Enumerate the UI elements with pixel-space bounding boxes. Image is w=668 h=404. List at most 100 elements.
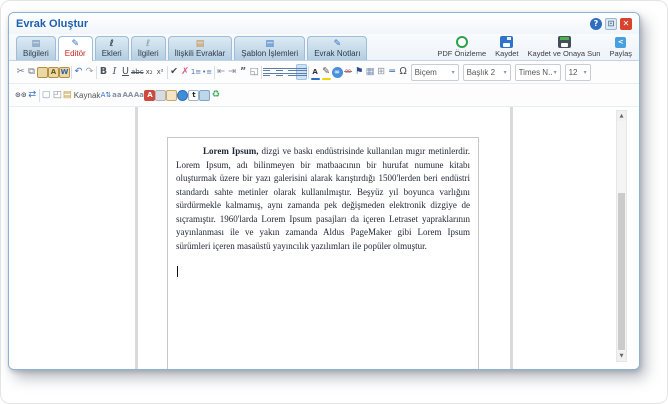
scroll-down-button[interactable]: ▼ — [617, 351, 626, 361]
replace-icon: ⇄ — [28, 90, 36, 100]
image-icon: ▦ — [366, 67, 375, 77]
letterhead-button[interactable]: t — [188, 87, 199, 103]
tab-ilgileri[interactable]: ℓİlgileri — [131, 36, 166, 60]
page-break-button[interactable]: ═ — [387, 64, 398, 80]
paste-word-button[interactable]: W — [59, 64, 70, 80]
refresh-icon: ♻ — [212, 90, 221, 100]
text-color-icon: A — [312, 69, 317, 76]
font-select[interactable]: Times N...▾ — [515, 64, 561, 81]
text-color-button[interactable]: A — [310, 64, 321, 80]
tab-ekleri[interactable]: ℓEkleri — [95, 36, 129, 60]
div-container-button[interactable]: ◱ — [249, 64, 260, 80]
anchor-button[interactable]: ⚑ — [354, 64, 365, 80]
tab-sablon-islemleri[interactable]: ▤Şablon İşlemleri — [234, 36, 305, 60]
lowercase-button[interactable]: aa — [111, 87, 122, 103]
copy-button[interactable]: ⧉ — [26, 64, 37, 80]
remove-format-button[interactable]: ✗ — [180, 64, 191, 80]
tab-bilgileri[interactable]: ▤Bilgileri — [16, 36, 56, 60]
note-button[interactable] — [166, 87, 177, 103]
export-pdf-button[interactable]: A — [144, 87, 155, 103]
replace-button[interactable]: ⇄ — [27, 87, 38, 103]
archive-button[interactable] — [155, 87, 166, 103]
link-button[interactable]: ∞ — [332, 64, 343, 80]
uppercase-button[interactable]: AA — [122, 87, 133, 103]
maximize-button[interactable]: ◰ — [52, 87, 63, 103]
source-icon: ▤ — [63, 90, 72, 100]
link-icon: ∞ — [332, 67, 343, 78]
image-button[interactable]: ▦ — [365, 64, 376, 80]
unlink-icon: ∞ — [344, 67, 352, 77]
separator — [261, 66, 262, 79]
page-break-icon: ═ — [389, 67, 395, 77]
find-button[interactable]: ⊙⊙ — [15, 87, 27, 103]
undo-button[interactable]: ↶ — [73, 64, 84, 80]
underline-button[interactable]: U — [120, 64, 131, 80]
save-icon — [500, 36, 513, 48]
save-button[interactable]: Kaydet — [495, 36, 518, 58]
indent-button[interactable]: ⇥ — [227, 64, 238, 80]
tab-editor[interactable]: ✎Editör — [58, 36, 93, 61]
table-button[interactable]: ⊞ — [376, 64, 387, 80]
subscript-button[interactable]: x₂ — [144, 64, 155, 80]
size-select[interactable]: 12▾ — [565, 64, 591, 81]
help-button[interactable]: ? — [590, 18, 602, 30]
titlecase-button[interactable]: Aa — [133, 87, 144, 103]
copy-formatting-button[interactable]: ✔ — [169, 64, 180, 80]
editor-scrollbar[interactable]: ▲ ▼ — [616, 110, 627, 362]
paste-text-button[interactable]: A — [48, 64, 59, 80]
bullet-list-icon: •≡ — [202, 69, 212, 76]
tab-label: İlişkili Evraklar — [175, 49, 226, 58]
refresh-button[interactable]: ♻ — [210, 87, 221, 103]
style-select[interactable]: Biçem▾ — [411, 64, 459, 81]
unlink-button[interactable]: ∞ — [343, 64, 354, 80]
popout-button[interactable]: ⊡ — [605, 18, 617, 30]
align-left-icon — [263, 68, 274, 77]
bold-button[interactable]: B — [98, 64, 109, 80]
format-select[interactable]: Başlık 2▾ — [463, 64, 511, 81]
source-button[interactable]: ▤Kaynak — [63, 87, 101, 103]
tab-iliskili-evraklar[interactable]: ▤İlişkili Evraklar — [168, 36, 233, 60]
outdent-button[interactable]: ⇤ — [216, 64, 227, 80]
redo-button[interactable]: ↷ — [84, 64, 95, 80]
editor-canvas[interactable]: Lorem Ipsum, dizgi ve baskı endüstrisind… — [9, 107, 639, 369]
text-caret — [177, 266, 178, 277]
separator — [167, 66, 168, 79]
pdf-preview-icon — [456, 36, 468, 48]
bg-color-button[interactable]: ✎ — [321, 64, 332, 80]
toolbar-row-1: ✂⧉AW↶↷BIUabcx₂x²✔✗1≡•≡⇤⇥”◱A✎∞∞⚑▦⊞═ΩBiçem… — [9, 61, 639, 84]
superscript-button[interactable]: x² — [155, 64, 166, 80]
align-right-button[interactable] — [285, 64, 296, 80]
strikethrough-button[interactable]: abc — [131, 64, 144, 80]
document-paragraph: Lorem Ipsum, dizgi ve baskı endüstrisind… — [176, 145, 470, 253]
indent-icon: ⇥ — [228, 67, 236, 77]
source-button-label: Kaynak — [74, 91, 101, 100]
cut-button[interactable]: ✂ — [15, 64, 26, 80]
scroll-up-button[interactable]: ▲ — [617, 111, 626, 121]
bullet-list-button[interactable]: •≡ — [202, 64, 213, 80]
align-center-button[interactable] — [274, 64, 285, 80]
chevron-down-icon: ▾ — [554, 69, 557, 76]
scrollbar-thumb[interactable] — [618, 193, 625, 350]
special-char-button[interactable]: Ω — [398, 64, 409, 80]
save-button-label: Kaydet — [495, 49, 518, 58]
save-and-submit-button[interactable]: Kaydet ve Onaya Sun — [528, 36, 601, 58]
pdf-preview-button-label: PDF Önizleme — [437, 49, 486, 58]
insert-image-button[interactable] — [199, 87, 210, 103]
case-transform-button[interactable]: A⇅ — [100, 87, 111, 103]
align-left-button[interactable] — [263, 64, 274, 80]
share-button[interactable]: <Paylaş — [609, 37, 632, 58]
pdf-preview-button[interactable]: PDF Önizleme — [437, 36, 486, 58]
document-edit-area[interactable]: Lorem Ipsum, dizgi ve baskı endüstrisind… — [167, 137, 479, 369]
tab-evrak-notlari[interactable]: ✎Evrak Notları — [307, 36, 367, 60]
numbered-list-button[interactable]: 1≡ — [191, 64, 202, 80]
paste-button[interactable] — [37, 64, 48, 80]
editor-tab-icon: ✎ — [71, 39, 79, 49]
justify-button[interactable] — [296, 64, 307, 80]
web-button[interactable] — [177, 87, 188, 103]
find-icon: ⊙⊙ — [15, 92, 27, 99]
italic-button[interactable]: I — [109, 64, 120, 80]
bg-color-icon: ✎ — [322, 67, 330, 77]
blockquote-button[interactable]: ” — [238, 64, 249, 80]
select-all-button[interactable]: ▢ — [41, 87, 52, 103]
close-button[interactable]: ✕ — [620, 18, 632, 30]
